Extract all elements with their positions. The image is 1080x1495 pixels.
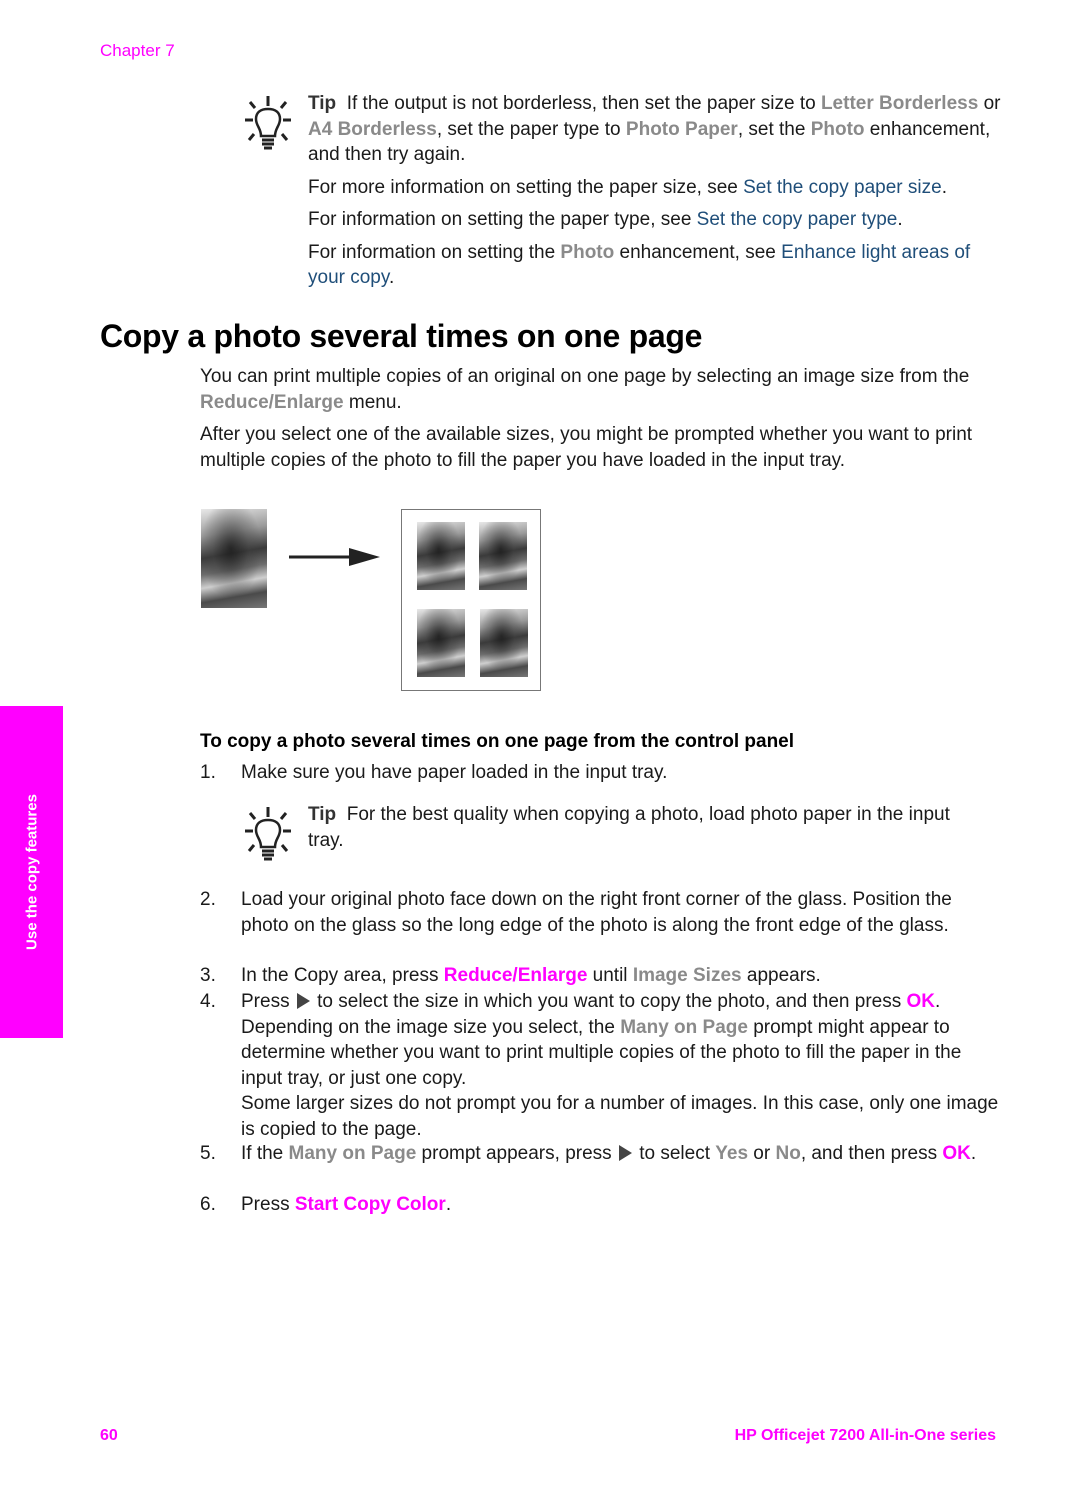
step-text: If the Many on Page prompt appears, pres… — [241, 1141, 1000, 1167]
photo-copy — [480, 609, 528, 677]
photo-copy — [417, 522, 465, 590]
step-6: 6. Press Start Copy Color. — [200, 1192, 1000, 1218]
step-4: 4. Press to select the size in which you… — [200, 989, 1000, 1142]
intro-paragraph-1: You can print multiple copies of an orig… — [200, 364, 990, 415]
tip-text-part: If the output is not borderless, then se… — [346, 93, 821, 114]
text: . — [388, 267, 395, 288]
procedure-heading: To copy a photo several times on one pag… — [200, 731, 795, 752]
tip-text: Tip If the output is not borderless, the… — [308, 91, 1008, 168]
page-with-copies — [401, 509, 541, 691]
text: until — [587, 965, 633, 986]
term-letter-borderless: Letter Borderless — [820, 93, 979, 114]
term-photo-paper: Photo Paper — [625, 118, 738, 140]
link-set-copy-paper-size[interactable]: Set the copy paper size — [743, 177, 942, 198]
term-yes: Yes — [715, 1143, 749, 1164]
original-photo-image — [201, 509, 267, 608]
step-number: 2. — [200, 889, 216, 910]
text: . — [941, 176, 947, 198]
step-note: Some larger sizes do not prompt you for … — [241, 1093, 999, 1140]
text: Press — [241, 1194, 295, 1215]
text: In the Copy area, press — [241, 965, 444, 986]
text: . — [970, 1143, 977, 1164]
text: . — [897, 209, 903, 230]
button-ok: OK — [942, 1143, 971, 1164]
text: , and then press — [800, 1143, 943, 1164]
tip-text-part: , set the paper type to — [436, 118, 626, 140]
step-1: 1. Make sure you have paper loaded in th… — [200, 760, 1000, 786]
term-many-on-page: Many on Page — [620, 1016, 748, 1038]
lightbulb-tip-icon — [245, 96, 291, 150]
product-name: HP Officejet 7200 All-in-One series — [734, 1427, 996, 1444]
term-photo: Photo — [810, 118, 865, 140]
button-ok: OK — [906, 991, 936, 1012]
step-2: 2. Load your original photo face down on… — [200, 887, 1000, 938]
text: For more information on setting the pape… — [308, 176, 744, 198]
intro-paragraph-2: After you select one of the available si… — [200, 424, 973, 471]
step-text: Press Start Copy Color. — [241, 1192, 1000, 1218]
step-text: Make sure you have paper loaded in the i… — [241, 762, 668, 783]
text: If the — [241, 1143, 289, 1164]
photo-copy — [479, 522, 527, 590]
photo-copy — [417, 609, 465, 677]
tip-text: For the best quality when copying a phot… — [308, 804, 950, 851]
step-number: 5. — [200, 1143, 216, 1164]
tip-text-part: , set the — [737, 118, 811, 140]
section-intro: You can print multiple copies of an orig… — [200, 364, 990, 480]
step-number: 1. — [200, 762, 216, 783]
button-start-copy-color: Start Copy Color — [294, 1194, 446, 1215]
text: to select the size in which you want to … — [311, 991, 907, 1012]
lightbulb-tip-icon — [245, 807, 291, 861]
step-3: 3. In the Copy area, press Reduce/Enlarg… — [200, 963, 1000, 989]
text: menu. — [343, 391, 402, 413]
tip-label: Tip — [308, 804, 337, 825]
text: to select — [633, 1143, 716, 1164]
text: You can print multiple copies of an orig… — [200, 366, 970, 387]
text: For information on setting the — [308, 241, 561, 263]
tip-2: Tip For the best quality when copying a … — [308, 802, 988, 853]
right-arrow-button-icon — [618, 1145, 632, 1161]
term-reduce-enlarge: Reduce/Enlarge — [200, 391, 344, 413]
tip-label: Tip — [308, 93, 337, 114]
arrow-right-icon — [289, 548, 380, 566]
right-arrow-button-icon — [296, 993, 310, 1009]
text: prompt appears, press — [416, 1143, 617, 1164]
side-chapter-tab: Use the copy features — [0, 706, 63, 1038]
step-number: 3. — [200, 965, 216, 986]
step-text: Load your original photo face down on th… — [241, 889, 952, 936]
term-many-on-page: Many on Page — [288, 1143, 417, 1164]
button-reduce-enlarge: Reduce/Enlarge — [443, 965, 588, 986]
term-image-sizes: Image Sizes — [632, 965, 742, 986]
page-number: 60 — [100, 1427, 118, 1444]
chapter-label: Chapter 7 — [100, 41, 175, 60]
step-5: 5. If the Many on Page prompt appears, p… — [200, 1141, 1000, 1167]
link-set-copy-paper-type[interactable]: Set the copy paper type — [697, 209, 898, 230]
term-photo: Photo — [560, 241, 615, 263]
step-number: 4. — [200, 991, 216, 1012]
step-number: 6. — [200, 1194, 216, 1215]
more-info-photo-enhancement: For information on setting the Photo enh… — [308, 240, 1008, 291]
text: appears. — [741, 965, 821, 986]
more-info-paper-type: For information on setting the paper typ… — [308, 207, 1008, 233]
text: enhancement, see — [614, 241, 782, 263]
text: For information on setting the paper typ… — [308, 209, 697, 230]
more-info-paper-size: For more information on setting the pape… — [308, 175, 1008, 201]
text: Press — [241, 991, 295, 1012]
step-text: In the Copy area, press Reduce/Enlarge u… — [241, 963, 1000, 989]
step-text: Press to select the size in which you wa… — [241, 989, 1000, 1142]
tip-block: Tip If the output is not borderless, the… — [308, 91, 1008, 298]
side-tab-label: Use the copy features — [23, 794, 40, 950]
tip-text-part: or — [978, 93, 1001, 114]
section-title: Copy a photo several times on one page — [100, 318, 703, 354]
text: . — [445, 1194, 452, 1215]
term-a4-borderless: A4 Borderless — [308, 118, 437, 140]
text: or — [748, 1143, 776, 1164]
term-no: No — [775, 1143, 801, 1164]
